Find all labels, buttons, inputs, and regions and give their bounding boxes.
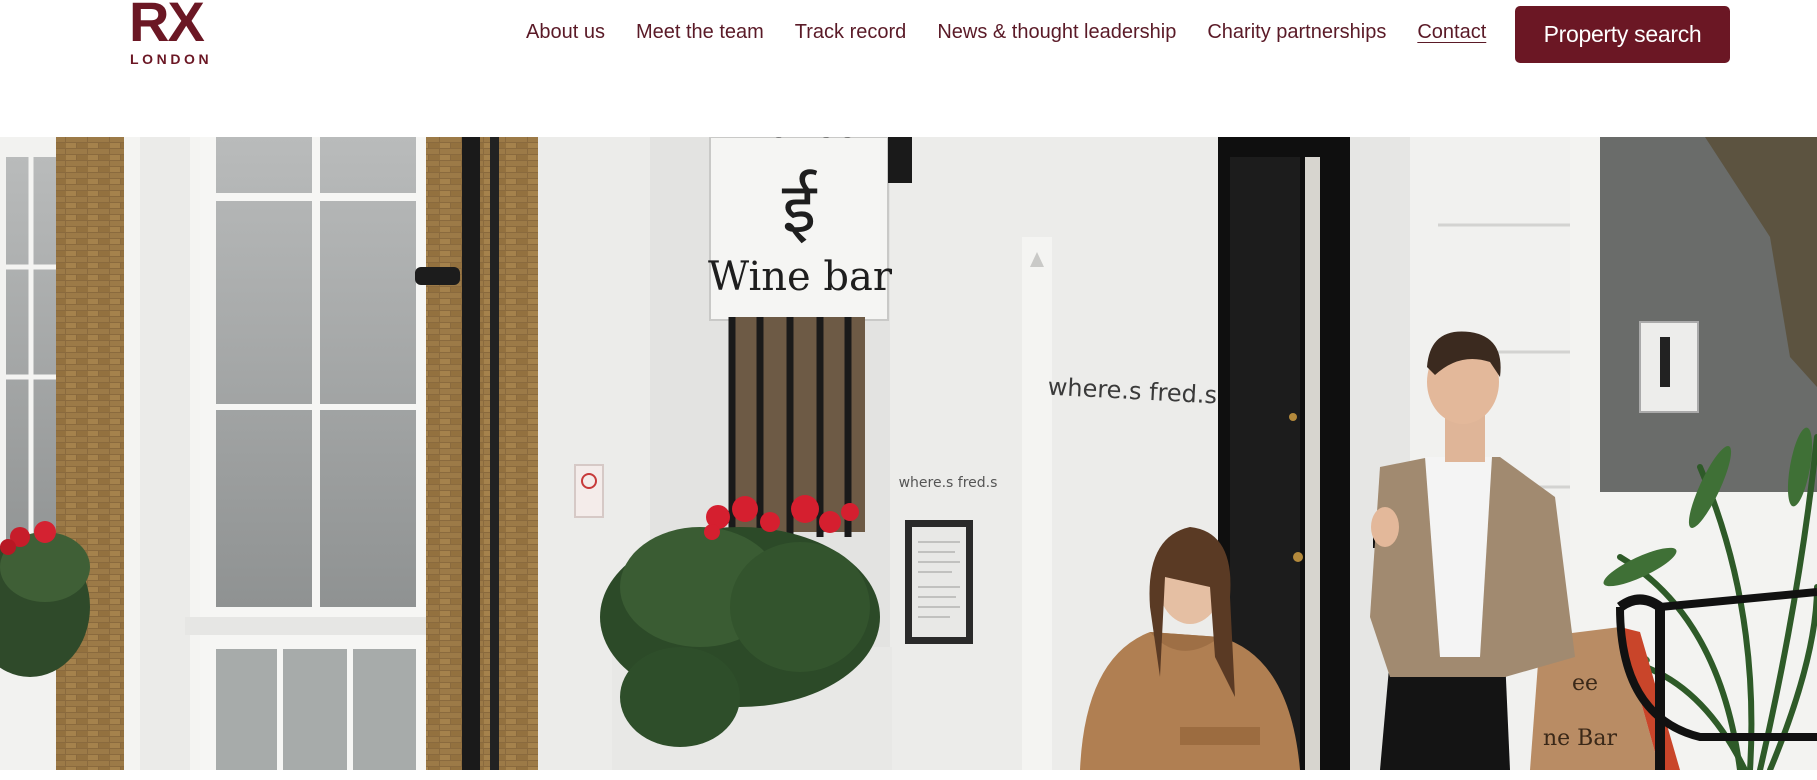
hero-image: Coffee ई Wine bar where.s fred.s where.s… bbox=[0, 137, 1817, 770]
nav-link-track-record[interactable]: Track record bbox=[795, 20, 907, 44]
hero-photo-illustration: Coffee ई Wine bar where.s fred.s where.s… bbox=[0, 137, 1817, 770]
nav-link-meet-the-team[interactable]: Meet the team bbox=[636, 20, 764, 44]
rx-london-logo[interactable]: RX LONDON bbox=[129, 0, 209, 72]
site-header: RX LONDON About us Meet the team Track r… bbox=[0, 0, 1817, 136]
wall-lettering-small: where.s fred.s bbox=[899, 475, 998, 491]
sign-glyph: ई bbox=[782, 167, 818, 249]
property-search-button[interactable]: Property search bbox=[1515, 6, 1730, 63]
nav-link-charity-partnerships[interactable]: Charity partnerships bbox=[1207, 20, 1386, 44]
aframe-text-line-1: ee bbox=[1572, 671, 1598, 696]
logo-mark: RX bbox=[129, 0, 205, 53]
nav-link-contact[interactable]: Contact bbox=[1417, 20, 1486, 44]
aframe-text-line-2: ne Bar bbox=[1543, 726, 1617, 751]
nav-link-about-us[interactable]: About us bbox=[526, 20, 605, 44]
sign-top-text: Coffee bbox=[740, 137, 857, 146]
logo-subtext: LONDON bbox=[130, 51, 213, 67]
nav-link-news-thought-leadership[interactable]: News & thought leadership bbox=[937, 20, 1176, 44]
sign-wine-bar-text: Wine bar bbox=[708, 254, 893, 300]
main-navigation: About us Meet the team Track record News… bbox=[526, 20, 1517, 44]
